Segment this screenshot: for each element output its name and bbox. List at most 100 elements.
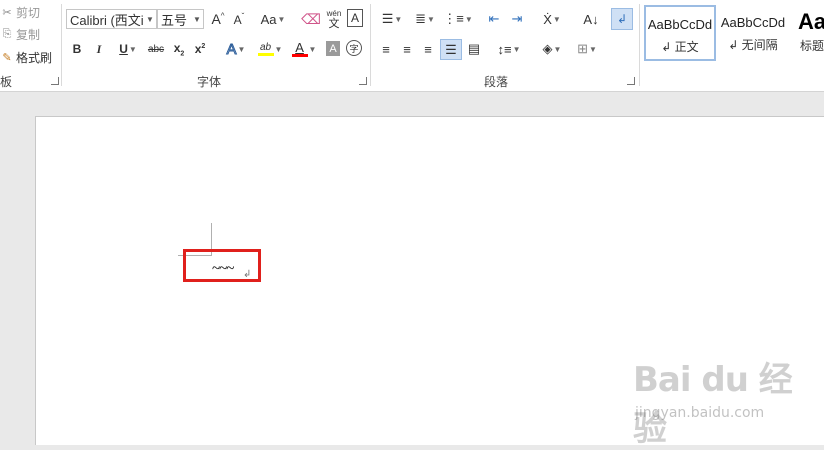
highlight-color-button[interactable]: ab ▼ — [254, 39, 286, 59]
divider — [639, 4, 640, 86]
chevron-down-icon: ▼ — [553, 44, 562, 54]
sort-button[interactable]: A↓ — [580, 9, 602, 29]
sort-icon: A↓ — [583, 11, 599, 27]
bullets-button[interactable]: ☰ ▼ — [377, 9, 407, 29]
font-group-label: 字体 — [197, 75, 222, 89]
shading-button[interactable]: ◈ ▼ — [537, 40, 567, 58]
watermark: Bai du 经验 jingyan.baidu.com — [633, 352, 824, 450]
character-border-button[interactable]: A — [347, 9, 363, 27]
bold-button[interactable]: B — [70, 40, 84, 58]
enclose-characters-icon: 字 — [349, 43, 359, 54]
style-name: ↲ 无间隔 — [728, 38, 778, 52]
enclose-characters-button[interactable]: 字 — [346, 40, 362, 56]
clear-formatting-button[interactable]: ⌫ — [301, 9, 321, 29]
chinese-layout-button[interactable]: Ẋ ▼ — [536, 9, 568, 29]
copy-label: 复制 — [16, 27, 41, 42]
chevron-down-icon: ▼ — [193, 14, 201, 24]
style-sample: Aa — [797, 9, 824, 34]
chevron-down-icon: ▼ — [237, 44, 246, 54]
grow-font-button[interactable]: A^ — [209, 9, 227, 29]
align-right-button[interactable]: ≡ — [419, 40, 437, 58]
line-spacing-icon: ↕≡ — [497, 41, 512, 57]
align-center-button[interactable]: ≡ — [398, 40, 416, 58]
style-heading[interactable]: Aa 标题 — [792, 5, 824, 61]
font-dialog-launcher-icon[interactable] — [359, 77, 367, 85]
divider — [370, 4, 371, 86]
subscript-button[interactable]: x2 — [171, 40, 187, 58]
numbering-button[interactable]: ≣ ▼ — [410, 9, 440, 29]
phonetic-guide-button[interactable]: wén 文 — [324, 7, 344, 31]
multilevel-list-icon: ⋮≡ — [443, 11, 464, 26]
subscript-icon: x2 — [173, 40, 185, 58]
superscript-button[interactable]: x2 — [192, 40, 208, 58]
font-size-select[interactable]: 五号 ▼ — [157, 9, 204, 29]
decrease-indent-button[interactable]: ⇤ — [484, 9, 504, 29]
clipboard-group-label: 板 — [0, 75, 13, 89]
phonetic-bottom: 文 — [328, 18, 340, 30]
align-left-button[interactable]: ≡ — [377, 40, 395, 58]
borders-icon: ⊞ — [577, 41, 588, 56]
cut-label: 剪切 — [16, 5, 41, 20]
justify-button[interactable]: ☰ — [440, 39, 462, 60]
chevron-down-icon: ▼ — [277, 14, 286, 24]
copy-button[interactable]: ⎘ 复制 — [0, 25, 40, 43]
chevron-down-icon: ▼ — [426, 14, 435, 24]
italic-button[interactable]: I — [92, 40, 106, 58]
style-name: 标题 — [799, 39, 824, 53]
underline-button[interactable]: U ▼ — [114, 40, 142, 58]
style-normal[interactable]: AaBbCcDd ↲ 正文 — [644, 5, 716, 61]
chevron-down-icon: ▼ — [274, 44, 283, 54]
text-effects-icon: A — [226, 40, 237, 58]
distributed-button[interactable]: ▤ — [465, 40, 483, 58]
multilevel-list-button[interactable]: ⋮≡ ▼ — [443, 9, 473, 29]
highlighter-icon: ab — [257, 42, 274, 56]
ribbon: ✂ 剪切 ⎘ 复制 ✎ 格式刷 板 Calibri (西文i ▼ 五号 ▼ A^… — [0, 0, 824, 92]
strikethrough-icon: abc — [147, 43, 165, 55]
chevron-down-icon: ▼ — [552, 14, 561, 24]
watermark-url: jingyan.baidu.com — [635, 405, 765, 421]
character-shading-icon: A — [329, 42, 337, 55]
change-case-button[interactable]: Aa ▼ — [258, 9, 288, 29]
chevron-down-icon: ▼ — [588, 44, 597, 54]
font-name-select[interactable]: Calibri (西文i ▼ — [66, 9, 157, 29]
bullet-list-icon: ☰ — [381, 11, 394, 26]
style-name: ↲ 正文 — [661, 40, 699, 54]
underline-icon: U — [119, 42, 128, 56]
cut-button[interactable]: ✂ 剪切 — [0, 3, 40, 21]
distributed-icon: ▤ — [467, 41, 481, 56]
chevron-down-icon: ▼ — [308, 44, 317, 54]
show-hide-marks-button[interactable]: ↲ — [611, 8, 633, 30]
font-name-value: Calibri (西文i — [70, 12, 144, 28]
chevron-down-icon: ▼ — [146, 14, 154, 24]
paragraph-group-label: 段落 — [484, 75, 509, 89]
justify-icon: ☰ — [445, 41, 457, 57]
bold-icon: B — [72, 42, 82, 56]
shrink-font-button[interactable]: Aˇ — [230, 9, 248, 29]
format-painter-button[interactable]: ✎ 格式刷 — [0, 48, 52, 66]
paint-bucket-icon: ◈ — [542, 41, 553, 56]
style-sample: AaBbCcDd — [720, 15, 786, 30]
style-no-spacing[interactable]: AaBbCcDd ↲ 无间隔 — [718, 5, 788, 61]
chevron-down-icon: ▼ — [128, 44, 137, 54]
change-case-label: Aa — [260, 11, 277, 27]
paintbrush-icon: ✎ — [2, 51, 12, 64]
clipboard-dialog-launcher-icon[interactable] — [51, 77, 59, 85]
numbered-list-icon: ≣ — [415, 11, 426, 26]
text-effects-button[interactable]: A ▼ — [222, 39, 250, 59]
paragraph-dialog-launcher-icon[interactable] — [627, 77, 635, 85]
increase-indent-button[interactable]: ⇥ — [507, 9, 527, 29]
align-right-icon: ≡ — [424, 41, 432, 57]
paragraph-mark-icon: ↲ — [616, 12, 628, 26]
character-shading-button[interactable]: A — [326, 41, 340, 56]
borders-button[interactable]: ⊞ ▼ — [572, 40, 602, 58]
grow-font-icon: A^ — [211, 11, 225, 27]
font-color-button[interactable]: A ▼ — [289, 39, 319, 59]
divider — [61, 4, 62, 86]
line-spacing-button[interactable]: ↕≡ ▼ — [494, 40, 524, 58]
copy-icon: ⎘ — [2, 27, 12, 40]
shrink-font-icon: Aˇ — [233, 11, 245, 27]
align-left-icon: ≡ — [382, 41, 390, 57]
italic-icon: I — [96, 41, 102, 56]
increase-indent-icon: ⇥ — [511, 11, 523, 26]
strikethrough-button[interactable]: abc — [146, 40, 166, 58]
